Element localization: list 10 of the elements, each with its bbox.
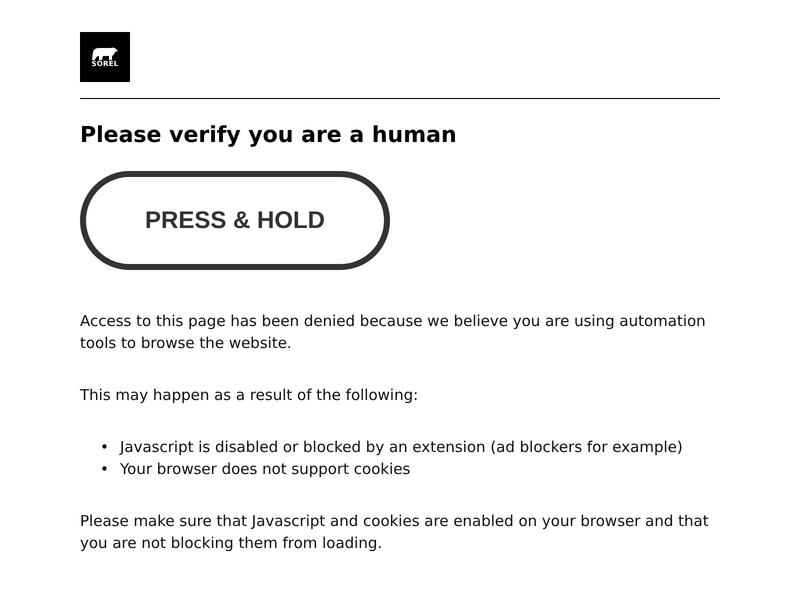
bullet: • — [100, 459, 108, 480]
bear-icon — [91, 46, 119, 60]
reason-item: Javascript is disabled or blocked by an extension (ad blockers for example) — [120, 437, 683, 458]
instruction-text: Please make sure that Javascript and cookies are enabled on your browser and that you are not blocking them from loading. — [80, 511, 710, 554]
press-and-hold-button[interactable]: PRESS & HOLD — [80, 171, 390, 270]
reason-item: Your browser does not support cookies — [120, 459, 410, 480]
page-heading: Please verify you are a human — [80, 123, 458, 148]
bullet: • — [100, 437, 108, 458]
reason-intro: This may happen as a result of the following: — [80, 385, 420, 406]
denial-message: Access to this page has been denied because we believe you are using automation tools to browse the website. — [80, 311, 707, 354]
